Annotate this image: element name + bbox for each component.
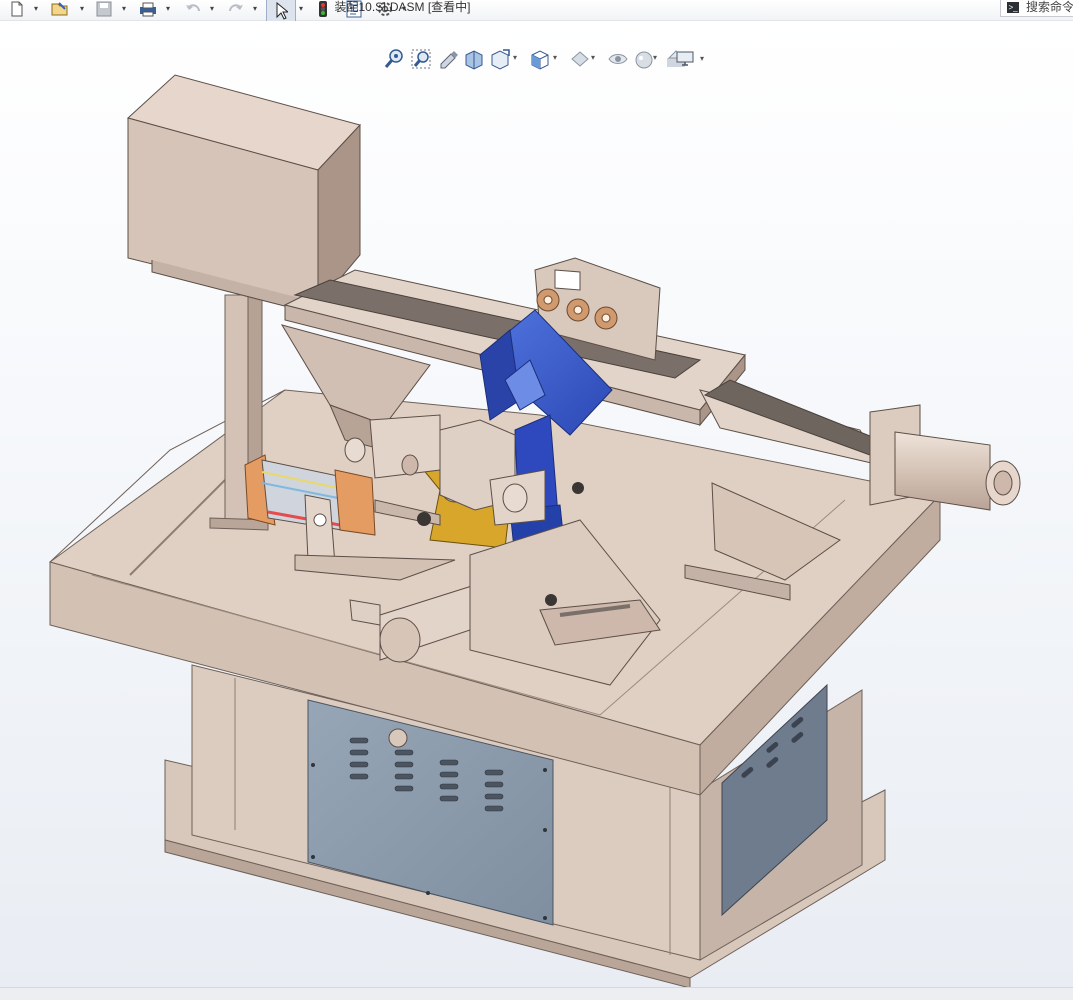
assembly-model[interactable] bbox=[0, 21, 1073, 987]
graphics-area[interactable]: ▾ ▾ ▾ ▾ ▾ ▾ bbox=[0, 21, 1073, 987]
electrical-control-box bbox=[126, 74, 361, 311]
title-bar: ▾ ▾ ▾ ▾ ▾ ▾ ▾ ▾ 装配10.SLDASM [查看中] >_ 搜索命… bbox=[0, 0, 1073, 22]
search-placeholder: 搜索命令 bbox=[1026, 0, 1073, 14]
document-title: 装配10.SLDASM [查看中] bbox=[334, 0, 471, 14]
command-prompt-icon: >_ bbox=[1007, 2, 1019, 13]
search-commands-box[interactable]: >_ 搜索命令 bbox=[1000, 0, 1073, 17]
status-bar bbox=[0, 987, 1073, 1000]
